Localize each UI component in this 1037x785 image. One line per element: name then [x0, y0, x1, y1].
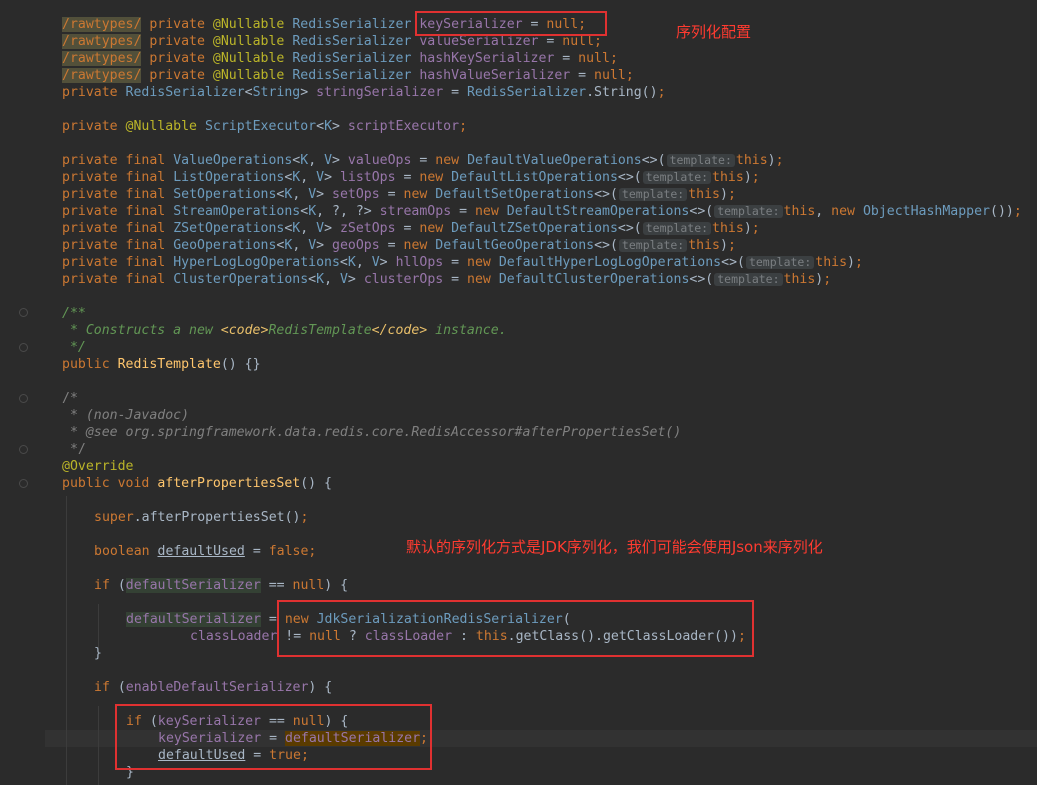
editor-gutter — [0, 0, 45, 785]
code-line[interactable]: if (defaultSerializer == null) { — [94, 577, 348, 594]
code-line[interactable]: if (enableDefaultSerializer) { — [94, 679, 332, 696]
highlight-box-jdk-serializer — [277, 600, 754, 657]
code-line[interactable]: boolean defaultUsed = false; — [94, 543, 316, 560]
parameter-hint: template: — [618, 188, 688, 201]
code-line[interactable]: /rawtypes/ private @Nullable RedisSerial… — [62, 50, 618, 67]
code-line[interactable]: * Constructs a new <code>RedisTemplate</… — [62, 322, 507, 339]
parameter-hint: template: — [714, 205, 783, 218]
fold-icon[interactable] — [19, 343, 28, 352]
code-line[interactable]: private @Nullable ScriptExecutor<K> scri… — [62, 118, 467, 135]
indent-guide — [98, 706, 99, 785]
code-line[interactable]: public RedisTemplate() {} — [62, 356, 261, 373]
annotation-default-jdk: 默认的序列化方式是JDK序列化，我们可能会使用Json来序列化 — [406, 538, 823, 556]
code-line[interactable]: public void afterPropertiesSet() { — [62, 475, 332, 492]
code-line[interactable]: /** — [62, 305, 86, 322]
code-line[interactable]: private final ZSetOperations<K, V> zSetO… — [62, 220, 760, 237]
code-line[interactable]: super.afterPropertiesSet(); — [94, 509, 308, 526]
parameter-hint: template: — [666, 154, 735, 167]
code-editor[interactable]: /rawtypes/ private @Nullable RedisSerial… — [0, 0, 1037, 785]
code-line[interactable]: @Override — [62, 458, 133, 475]
code-line[interactable]: private final ListOperations<K, V> listO… — [62, 169, 760, 186]
parameter-hint: template: — [745, 256, 815, 269]
fold-icon[interactable] — [19, 479, 28, 488]
code-line[interactable]: private final HyperLogLogOperations<K, V… — [62, 254, 863, 271]
code-line[interactable]: */ — [62, 441, 86, 458]
code-line[interactable]: private final ClusterOperations<K, V> cl… — [62, 271, 831, 288]
parameter-hint: template: — [642, 171, 712, 184]
code-line[interactable]: } — [94, 645, 102, 662]
highlight-box-key-default — [115, 704, 432, 770]
code-line[interactable]: /rawtypes/ private @Nullable RedisSerial… — [62, 67, 634, 84]
code-line[interactable]: * @see org.springframework.data.redis.co… — [62, 424, 681, 441]
code-line[interactable]: private final StreamOperations<K, ?, ?> … — [62, 203, 1022, 220]
indent-guide — [66, 496, 67, 785]
indent-guide — [98, 604, 99, 648]
parameter-hint: template: — [714, 273, 783, 286]
code-line[interactable]: /* — [62, 390, 78, 407]
annotation-serializer-config: 序列化配置 — [676, 23, 752, 41]
fold-icon[interactable] — [19, 308, 28, 317]
code-line[interactable]: private final SetOperations<K, V> setOps… — [62, 186, 736, 203]
code-line[interactable]: */ — [62, 339, 86, 356]
fold-icon[interactable] — [19, 394, 28, 403]
code-line[interactable]: * (non-Javadoc) — [62, 407, 189, 424]
code-line[interactable]: private final ValueOperations<K, V> valu… — [62, 152, 784, 169]
fold-icon[interactable] — [19, 445, 28, 454]
code-line[interactable]: private RedisSerializer<String> stringSe… — [62, 84, 666, 101]
highlight-box-key-serializer — [415, 11, 607, 36]
code-line[interactable]: private final GeoOperations<K, V> geoOps… — [62, 237, 736, 254]
parameter-hint: template: — [618, 239, 688, 252]
parameter-hint: template: — [642, 222, 712, 235]
